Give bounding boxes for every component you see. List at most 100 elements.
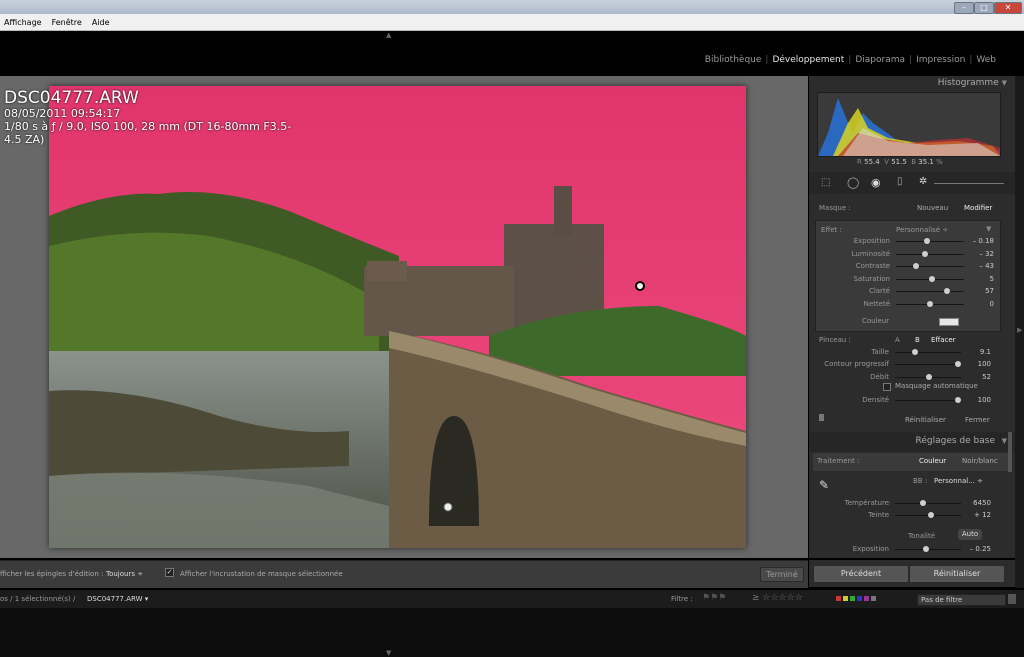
menu-affichage[interactable]: Affichage bbox=[4, 18, 42, 27]
histogram-header[interactable]: Histogramme ▼ bbox=[938, 78, 1007, 88]
slider-knob[interactable] bbox=[921, 250, 928, 257]
brush-size-slider[interactable] bbox=[895, 349, 961, 355]
module-slideshow[interactable]: Diaporama bbox=[855, 55, 905, 65]
collapse-triangle-icon[interactable]: ▼ bbox=[1002, 79, 1007, 87]
mask-new-button[interactable]: Nouveau bbox=[917, 204, 948, 212]
purple-label-icon[interactable] bbox=[864, 596, 869, 601]
effect-slider-value[interactable]: – 43 bbox=[964, 262, 994, 270]
gradient-filter-icon[interactable]: ▯ bbox=[897, 176, 903, 187]
auto-tone-button[interactable]: Auto bbox=[958, 529, 982, 540]
blue-label-icon[interactable] bbox=[857, 596, 862, 601]
basic-header[interactable]: Réglages de base ▼ bbox=[809, 432, 1015, 452]
flag-icons[interactable]: ⚑⚑⚑ bbox=[702, 593, 726, 603]
menu-aide[interactable]: Aide bbox=[92, 18, 110, 27]
color-swatch[interactable] bbox=[939, 318, 959, 326]
brush-flow-slider[interactable] bbox=[895, 374, 961, 380]
reset-all-button[interactable]: Réinitialiser bbox=[909, 565, 1005, 583]
minimize-button[interactable]: – bbox=[954, 2, 974, 14]
brush-size-value[interactable]: 9.1 bbox=[961, 348, 991, 356]
panel-switch-icon[interactable] bbox=[819, 414, 824, 421]
wb-select[interactable]: Personnal... ÷ bbox=[934, 477, 983, 485]
effect-slider-value[interactable]: – 0.18 bbox=[964, 237, 994, 245]
effect-slider-track[interactable] bbox=[896, 301, 964, 307]
module-develop[interactable]: Développement bbox=[772, 55, 844, 65]
brush-density-value[interactable]: 100 bbox=[961, 396, 991, 404]
pins-select[interactable]: Toujours ÷ bbox=[106, 570, 143, 578]
maximize-button[interactable]: □ bbox=[974, 2, 994, 14]
panel-scrollbar[interactable] bbox=[1008, 432, 1012, 472]
crop-icon[interactable]: ⬚ bbox=[821, 177, 830, 188]
brush-feather-value[interactable]: 100 bbox=[961, 360, 991, 368]
filmstrip[interactable]: ▼ bbox=[0, 608, 1024, 657]
rating-stars-icon[interactable]: ≥ ☆☆☆☆☆ bbox=[752, 593, 803, 603]
collapse-top-icon[interactable]: ▲ bbox=[386, 31, 391, 39]
close-button[interactable]: ✕ bbox=[994, 2, 1022, 14]
brush-close-button[interactable]: Fermer bbox=[965, 416, 990, 424]
basic-exposure-slider[interactable] bbox=[895, 546, 961, 552]
slider-knob[interactable] bbox=[929, 275, 936, 282]
module-web[interactable]: Web bbox=[976, 55, 996, 65]
red-label-icon[interactable] bbox=[836, 596, 841, 601]
effect-slider-track[interactable] bbox=[896, 238, 964, 244]
filter-select[interactable]: Pas de filtre bbox=[917, 594, 1006, 606]
eyedropper-icon[interactable]: ✎ bbox=[819, 478, 829, 492]
color-labels[interactable] bbox=[836, 596, 876, 601]
automask-checkbox[interactable] bbox=[883, 383, 891, 391]
slider-knob[interactable] bbox=[954, 397, 961, 403]
effect-preset-select[interactable]: Personnalisé ÷ bbox=[896, 226, 948, 234]
slider-knob[interactable] bbox=[923, 238, 930, 244]
gray-label-icon[interactable] bbox=[871, 596, 876, 601]
slider-knob[interactable] bbox=[954, 361, 961, 367]
menu-fenetre[interactable]: Fenêtre bbox=[52, 18, 82, 27]
collapse-right-icon[interactable]: ▶ bbox=[1017, 326, 1022, 334]
spot-removal-icon[interactable]: ◯ bbox=[847, 176, 859, 189]
filmstrip-current-file[interactable]: DSC04777.ARW ▾ bbox=[87, 595, 148, 603]
effect-slider-track[interactable] bbox=[896, 263, 964, 270]
effect-slider-track[interactable] bbox=[896, 275, 964, 282]
treatment-bw-button[interactable]: Noir/blanc bbox=[962, 457, 998, 465]
brush-flow-value[interactable]: 52 bbox=[961, 373, 991, 381]
tool-slider[interactable] bbox=[934, 183, 1004, 184]
slider-knob[interactable] bbox=[923, 546, 930, 552]
effect-slider-value[interactable]: 5 bbox=[964, 275, 994, 283]
effect-slider-value[interactable]: 57 bbox=[964, 287, 994, 295]
done-button[interactable]: Terminé bbox=[760, 567, 804, 582]
slider-knob[interactable] bbox=[927, 301, 933, 307]
effect-slider-value[interactable]: 0 bbox=[964, 300, 994, 308]
slider-knob[interactable] bbox=[928, 512, 935, 518]
tint-value[interactable]: + 12 bbox=[961, 511, 991, 519]
brush-erase-button[interactable]: Effacer bbox=[931, 336, 956, 344]
slider-knob[interactable] bbox=[944, 288, 950, 295]
tint-slider[interactable] bbox=[895, 512, 961, 518]
module-library[interactable]: Bibliothèque bbox=[705, 55, 762, 65]
temperature-value[interactable]: 6450 bbox=[961, 499, 991, 507]
slider-knob[interactable] bbox=[926, 374, 933, 380]
brush-b-button[interactable]: B bbox=[915, 336, 920, 344]
slider-knob[interactable] bbox=[919, 500, 926, 506]
slider-knob[interactable] bbox=[911, 349, 918, 355]
green-label-icon[interactable] bbox=[850, 596, 855, 601]
adjustment-brush-icon[interactable]: ✲ bbox=[919, 176, 927, 187]
brush-density-slider[interactable] bbox=[895, 397, 961, 403]
histogram-graph[interactable] bbox=[817, 92, 1001, 157]
redeye-icon[interactable]: ◉ bbox=[871, 176, 881, 189]
filter-lock-icon[interactable] bbox=[1008, 594, 1016, 604]
photo-preview[interactable] bbox=[49, 86, 746, 548]
effect-collapse-icon[interactable]: ▼ bbox=[986, 225, 991, 233]
previous-button[interactable]: Précédent bbox=[813, 565, 909, 583]
effect-slider-track[interactable] bbox=[896, 250, 964, 257]
effect-slider-track[interactable] bbox=[896, 288, 964, 295]
brush-a-button[interactable]: A bbox=[895, 336, 900, 344]
basic-exposure-value[interactable]: – 0.25 bbox=[961, 545, 991, 553]
collapse-bottom-icon[interactable]: ▼ bbox=[386, 649, 391, 657]
treatment-color-button[interactable]: Couleur bbox=[919, 457, 946, 465]
effect-slider-value[interactable]: – 32 bbox=[964, 250, 994, 258]
brush-reset-button[interactable]: Réinitialiser bbox=[905, 416, 946, 424]
brush-feather-slider[interactable] bbox=[895, 361, 961, 367]
module-print[interactable]: Impression bbox=[916, 55, 965, 65]
overlay-checkbox[interactable]: ✓ bbox=[165, 568, 174, 577]
mask-edit-button[interactable]: Modifier bbox=[964, 204, 992, 212]
yellow-label-icon[interactable] bbox=[843, 596, 848, 601]
slider-knob[interactable] bbox=[913, 263, 920, 270]
temperature-slider[interactable] bbox=[895, 500, 961, 506]
